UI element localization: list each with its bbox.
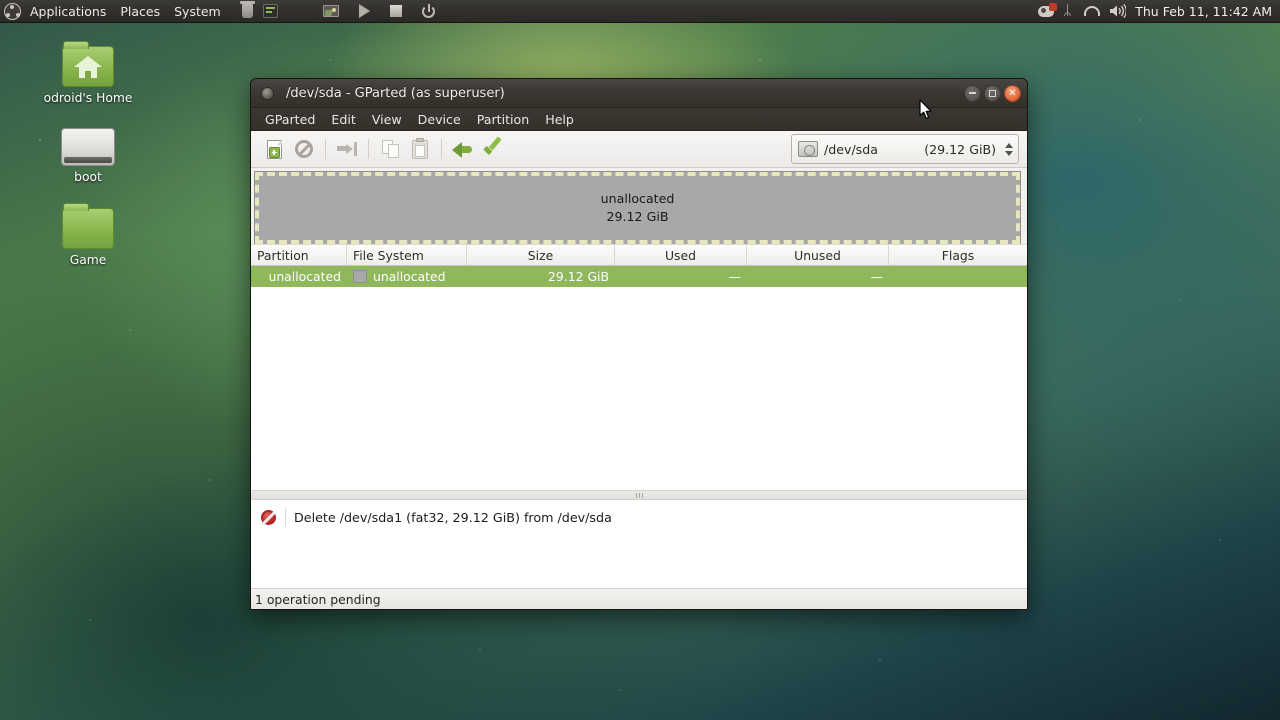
terminal-icon[interactable] (262, 4, 278, 18)
desktop-icon-odroid-home[interactable]: odroid's Home (33, 41, 143, 105)
table-row[interactable]: unallocated unallocated 29.12 GiB — — (251, 266, 1027, 287)
filesystem-color-swatch (353, 270, 367, 283)
menu-edit[interactable]: Edit (323, 109, 363, 130)
menu-gparted[interactable]: GParted (257, 109, 323, 130)
panel-media-controls (322, 3, 435, 18)
window-app-icon (261, 86, 274, 100)
drive-icon (61, 128, 115, 166)
column-header-used[interactable]: Used (615, 245, 747, 265)
partition-block-label: unallocated (600, 191, 675, 206)
disk-graphic-area: unallocated 29.12 GiB (251, 168, 1027, 245)
toolbar-separator (441, 139, 442, 159)
menu-view[interactable]: View (364, 109, 410, 130)
top-panel: Applications Places System ᛦ Thu Feb 11,… (0, 0, 1280, 23)
panel-menu-system[interactable]: System (167, 1, 228, 22)
operation-text: Delete /dev/sda1 (fat32, 29.12 GiB) from… (294, 509, 612, 525)
operation-row[interactable]: Delete /dev/sda1 (fat32, 29.12 GiB) from… (251, 508, 1027, 526)
panel-menu-places[interactable]: Places (113, 1, 167, 22)
partition-block-unallocated[interactable]: unallocated 29.12 GiB (254, 171, 1021, 245)
device-selector-spinner[interactable] (1003, 139, 1014, 159)
folder-icon (62, 203, 114, 249)
menu-device[interactable]: Device (410, 109, 469, 130)
toolbar-separator (368, 139, 369, 159)
home-folder-icon (62, 41, 114, 87)
partition-block-size: 29.12 GiB (606, 209, 669, 224)
partition-table-body: unallocated unallocated 29.12 GiB — — (251, 266, 1027, 490)
trash-icon[interactable] (239, 1, 255, 18)
cell-unused: — (870, 269, 883, 284)
cell-filesystem-label: unallocated (373, 269, 446, 284)
panel-clock[interactable]: Thu Feb 11, 11:42 AM (1135, 4, 1272, 19)
partition-table: Partition File System Size Used Unused F… (251, 244, 1027, 490)
copy-button[interactable] (375, 135, 405, 163)
delete-partition-button[interactable] (289, 135, 319, 163)
power-icon[interactable] (421, 3, 435, 18)
paste-button[interactable] (405, 135, 435, 163)
volume-icon[interactable] (1109, 3, 1128, 19)
hard-disk-icon (798, 141, 818, 157)
desktop-icon-label: Game (69, 253, 107, 267)
mouse-cursor (919, 99, 933, 124)
window-controls: ✕ (964, 84, 1021, 102)
panel-launchers (239, 1, 278, 18)
status-bar-text: 1 operation pending (255, 592, 381, 607)
menu-bar: GParted Edit View Device Partition Help (251, 108, 1027, 131)
column-header-size[interactable]: Size (467, 245, 615, 265)
column-header-filesystem[interactable]: File System (347, 245, 467, 265)
status-bar: 1 operation pending (251, 588, 1027, 609)
cell-size: 29.12 GiB (548, 269, 609, 284)
splitter-grip-icon (635, 492, 643, 498)
cell-flags (889, 266, 1027, 287)
device-selector-device: /dev/sda (824, 141, 878, 157)
maximize-button[interactable] (984, 84, 1001, 102)
desktop-icon-label: odroid's Home (43, 91, 133, 105)
toolbar-separator (325, 139, 326, 159)
delete-operation-icon (251, 509, 285, 525)
pane-splitter[interactable] (251, 490, 1027, 500)
toolbar: /dev/sda (29.12 GiB) (251, 131, 1027, 168)
ubuntu-logo-icon[interactable] (4, 2, 21, 20)
desktop-icon-boot[interactable]: boot (33, 128, 143, 184)
image-viewer-icon[interactable] (322, 5, 339, 17)
window-titlebar[interactable]: /dev/sda - GParted (as superuser) ✕ (251, 79, 1027, 108)
close-button[interactable]: ✕ (1004, 84, 1021, 102)
cell-used: — (728, 269, 741, 284)
resize-move-button[interactable] (332, 135, 362, 163)
menu-help[interactable]: Help (537, 109, 582, 130)
wifi-icon[interactable] (1084, 6, 1101, 16)
new-partition-button[interactable] (259, 135, 289, 163)
panel-menu-applications[interactable]: Applications (23, 1, 113, 22)
window-client-area: /dev/sda (29.12 GiB) unallocated 29.12 G… (251, 131, 1027, 609)
cell-partition: unallocated (268, 269, 341, 284)
operation-divider (285, 508, 286, 526)
apply-button[interactable] (478, 135, 508, 163)
stop-icon[interactable] (389, 5, 402, 17)
column-header-flags[interactable]: Flags (889, 245, 1027, 265)
window-title: /dev/sda - GParted (as superuser) (286, 85, 505, 101)
panel-menus: Applications Places System (23, 1, 228, 22)
column-header-partition[interactable]: Partition (251, 245, 347, 265)
desktop-icon-label: boot (74, 170, 102, 184)
desktop-icon-game[interactable]: Game (33, 203, 143, 267)
column-header-unused[interactable]: Unused (747, 245, 889, 265)
bluetooth-icon[interactable]: ᛦ (1063, 4, 1075, 19)
menu-partition[interactable]: Partition (469, 109, 537, 130)
play-icon[interactable] (358, 4, 370, 18)
panel-tray: ᛦ Thu Feb 11, 11:42 AM (1038, 2, 1280, 19)
pending-operations-pane: Delete /dev/sda1 (fat32, 29.12 GiB) from… (251, 500, 1027, 588)
partition-table-header: Partition File System Size Used Unused F… (251, 244, 1027, 266)
undo-button[interactable] (448, 135, 478, 163)
minimize-button[interactable] (964, 84, 981, 102)
cell-filesystem: unallocated (347, 266, 467, 287)
gparted-window: /dev/sda - GParted (as superuser) ✕ GPar… (250, 78, 1028, 610)
device-selector[interactable]: /dev/sda (29.12 GiB) (791, 134, 1019, 164)
device-selector-size: (29.12 GiB) (924, 141, 996, 157)
input-device-icon[interactable] (1038, 2, 1058, 17)
